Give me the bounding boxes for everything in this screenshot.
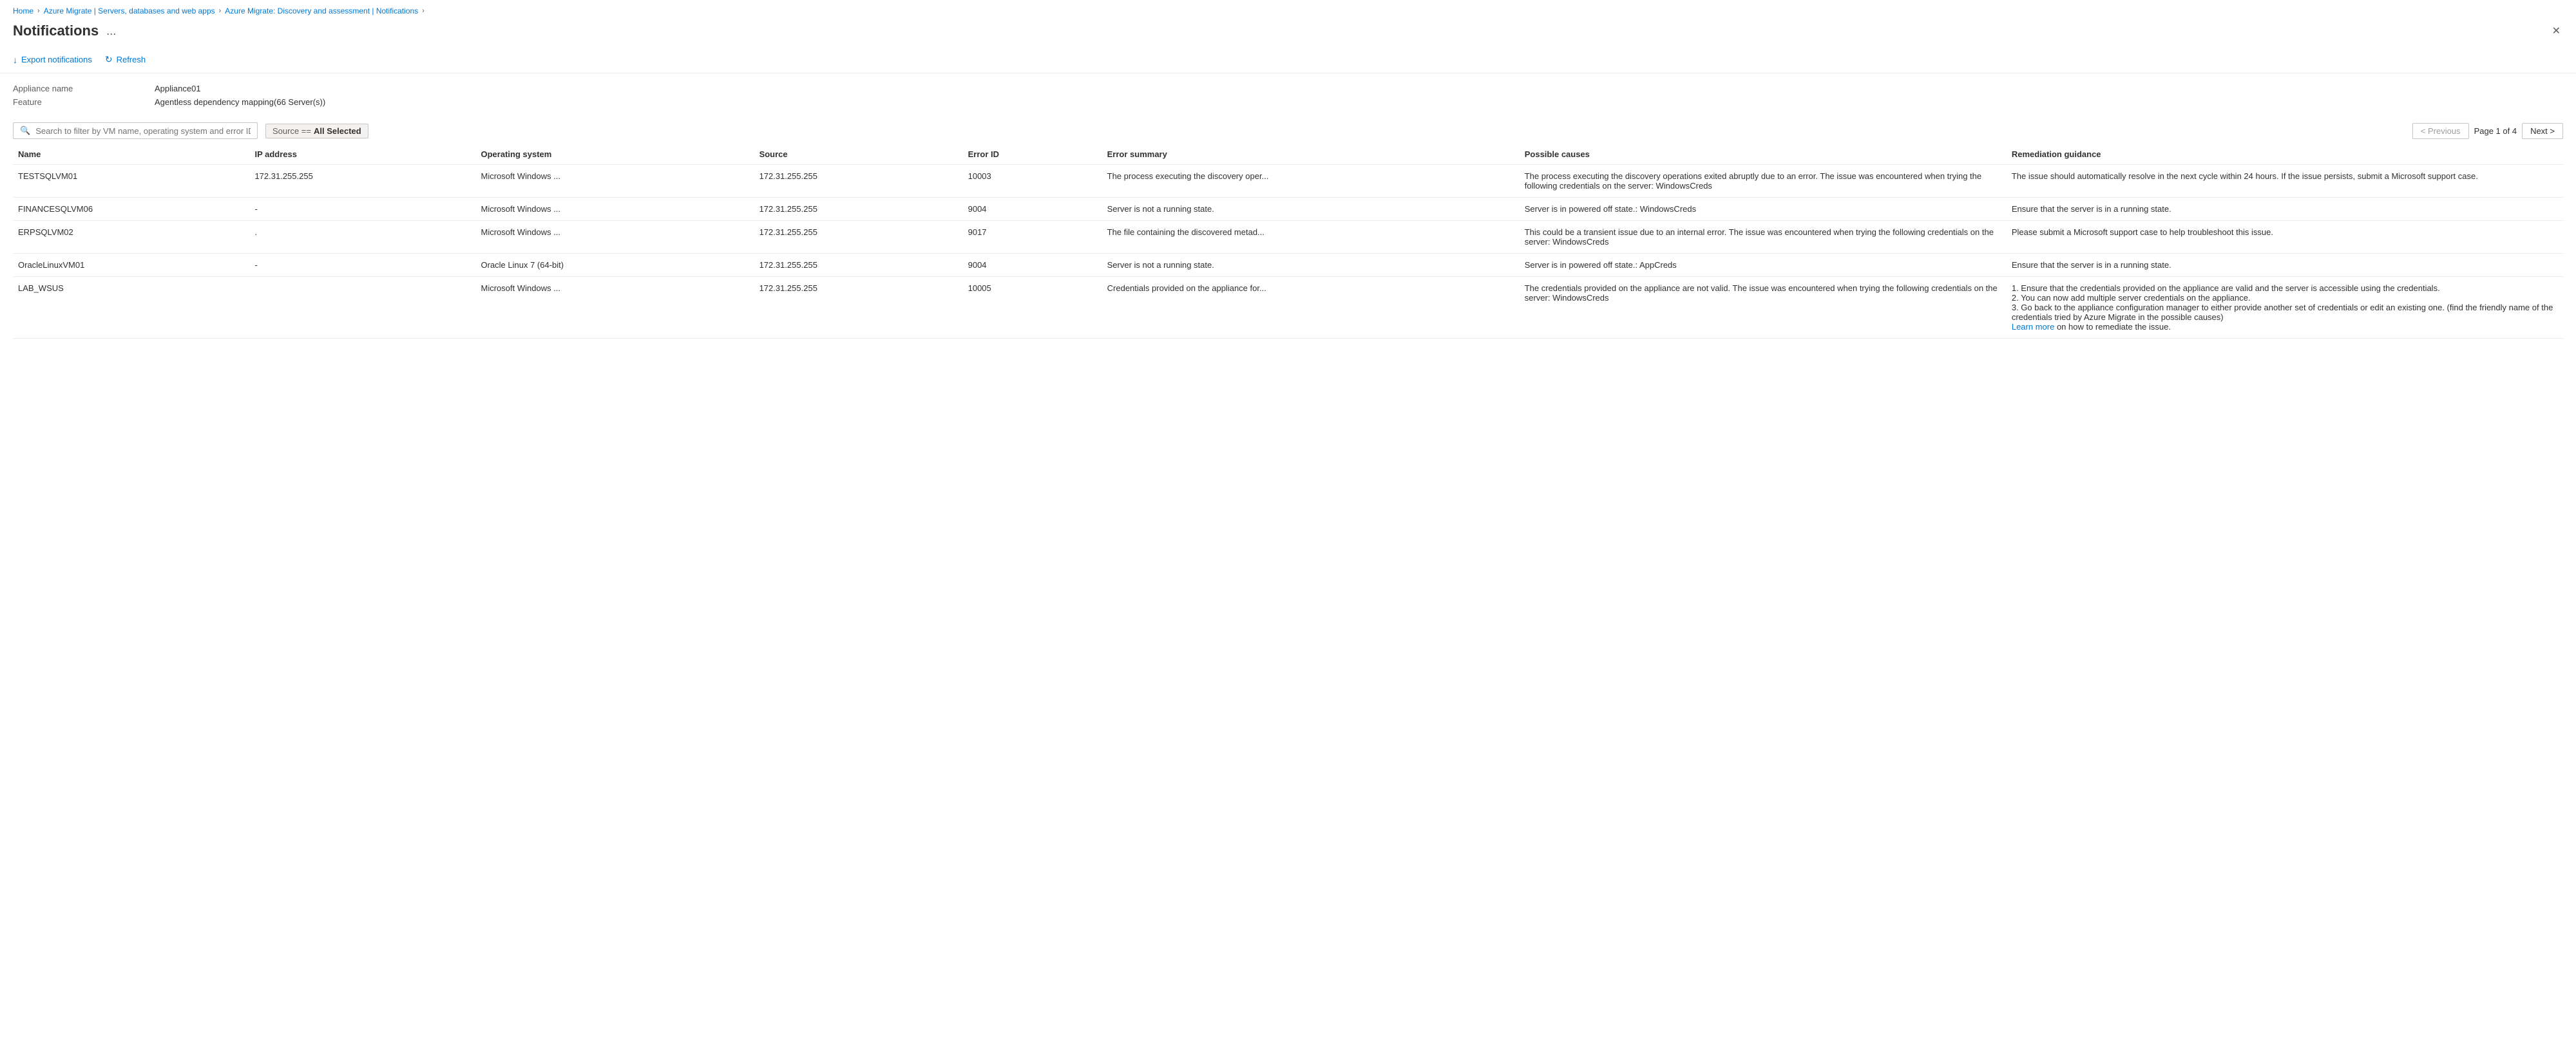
appliance-label: Appliance name <box>13 84 155 93</box>
cell-causes: This could be a transient issue due to a… <box>1520 221 2007 254</box>
cell-causes: The credentials provided on the applianc… <box>1520 277 2007 339</box>
cell-summary: Credentials provided on the appliance fo… <box>1102 277 1520 339</box>
appliance-row: Appliance name Appliance01 <box>13 84 2563 93</box>
breadcrumb-servers[interactable]: Azure Migrate | Servers, databases and w… <box>44 6 215 15</box>
cell-summary: The process executing the discovery oper… <box>1102 165 1520 198</box>
breadcrumb-home[interactable]: Home <box>13 6 33 15</box>
refresh-button[interactable]: ↻ Refresh <box>105 52 146 68</box>
refresh-icon: ↻ <box>105 54 113 65</box>
cell-summary: The file containing the discovered metad… <box>1102 221 1520 254</box>
col-header-source: Source <box>754 144 963 165</box>
cell-remediation: Ensure that the server is in a running s… <box>2007 198 2563 221</box>
col-header-name: Name <box>13 144 249 165</box>
cell-ip: - <box>249 254 475 277</box>
toolbar: ↓ Export notifications ↻ Refresh <box>0 46 2576 73</box>
filter-tag-value: All Selected <box>314 126 361 136</box>
col-header-causes: Possible causes <box>1520 144 2007 165</box>
table-row: ERPSQLVM02.Microsoft Windows ...172.31.2… <box>13 221 2563 254</box>
refresh-label: Refresh <box>117 55 146 64</box>
table-row: FINANCESQLVM06-Microsoft Windows ...172.… <box>13 198 2563 221</box>
breadcrumb-sep-1: › <box>37 7 40 15</box>
col-header-os: Operating system <box>476 144 754 165</box>
cell-causes: The process executing the discovery oper… <box>1520 165 2007 198</box>
search-box[interactable]: 🔍 <box>13 122 258 139</box>
cell-os: Oracle Linux 7 (64-bit) <box>476 254 754 277</box>
breadcrumb-sep-3: › <box>422 7 425 15</box>
filter-tag-key: Source == <box>272 126 311 136</box>
page-menu-button[interactable]: ... <box>106 24 116 38</box>
feature-row: Feature Agentless dependency mapping(66 … <box>13 97 2563 107</box>
page-info: Page 1 of 4 <box>2474 126 2517 136</box>
cell-summary: Server is not a running state. <box>1102 198 1520 221</box>
cell-name: TESTSQLVM01 <box>13 165 249 198</box>
learn-more-link[interactable]: Learn more <box>2012 322 2054 332</box>
cell-name: LAB_WSUS <box>13 277 249 339</box>
page-title: Notifications <box>13 23 99 39</box>
cell-errorid: 9017 <box>963 221 1102 254</box>
cell-errorid: 9004 <box>963 198 1102 221</box>
appliance-value: Appliance01 <box>155 84 201 93</box>
cell-causes: Server is in powered off state.: AppCred… <box>1520 254 2007 277</box>
cell-source: 172.31.255.255 <box>754 254 963 277</box>
table-row: TESTSQLVM01172.31.255.255Microsoft Windo… <box>13 165 2563 198</box>
close-button[interactable]: ✕ <box>2550 22 2563 40</box>
table-body: TESTSQLVM01172.31.255.255Microsoft Windo… <box>13 165 2563 339</box>
col-header-remediation: Remediation guidance <box>2007 144 2563 165</box>
meta-section: Appliance name Appliance01 Feature Agent… <box>0 73 2576 117</box>
cell-causes: Server is in powered off state.: Windows… <box>1520 198 2007 221</box>
export-icon: ↓ <box>13 55 17 65</box>
cell-source: 172.31.255.255 <box>754 221 963 254</box>
cell-os: Microsoft Windows ... <box>476 277 754 339</box>
next-button[interactable]: Next > <box>2522 123 2563 139</box>
cell-remediation: Ensure that the server is in a running s… <box>2007 254 2563 277</box>
table-row: OracleLinuxVM01-Oracle Linux 7 (64-bit)1… <box>13 254 2563 277</box>
previous-button[interactable]: < Previous <box>2412 123 2469 139</box>
cell-source: 172.31.255.255 <box>754 198 963 221</box>
cell-errorid: 10003 <box>963 165 1102 198</box>
notifications-table: Name IP address Operating system Source … <box>13 144 2563 339</box>
table-row: LAB_WSUS Microsoft Windows ...172.31.255.… <box>13 277 2563 339</box>
cell-errorid: 10005 <box>963 277 1102 339</box>
cell-os: Microsoft Windows ... <box>476 221 754 254</box>
table-header: Name IP address Operating system Source … <box>13 144 2563 165</box>
cell-name: ERPSQLVM02 <box>13 221 249 254</box>
cell-name: OracleLinuxVM01 <box>13 254 249 277</box>
breadcrumb: Home › Azure Migrate | Servers, database… <box>0 0 2576 19</box>
cell-ip: . <box>249 221 475 254</box>
cell-remediation: The issue should automatically resolve i… <box>2007 165 2563 198</box>
filter-row: 🔍 Source == All Selected < Previous Page… <box>0 117 2576 144</box>
cell-source: 172.31.255.255 <box>754 277 963 339</box>
cell-ip: - <box>249 198 475 221</box>
col-header-ip: IP address <box>249 144 475 165</box>
breadcrumb-sep-2: › <box>219 7 222 15</box>
cell-os: Microsoft Windows ... <box>476 165 754 198</box>
cell-ip: 172.31.255.255 <box>249 165 475 198</box>
cell-summary: Server is not a running state. <box>1102 254 1520 277</box>
search-icon: 🔍 <box>20 126 30 136</box>
cell-remediation: 1. Ensure that the credentials provided … <box>2007 277 2563 339</box>
cell-remediation: Please submit a Microsoft support case t… <box>2007 221 2563 254</box>
export-label: Export notifications <box>21 55 92 64</box>
cell-name: FINANCESQLVM06 <box>13 198 249 221</box>
export-button[interactable]: ↓ Export notifications <box>13 52 92 68</box>
pagination: < Previous Page 1 of 4 Next > <box>2412 123 2563 139</box>
breadcrumb-notifications[interactable]: Azure Migrate: Discovery and assessment … <box>225 6 418 15</box>
search-input[interactable] <box>35 126 251 136</box>
col-header-errorid: Error ID <box>963 144 1102 165</box>
col-header-summary: Error summary <box>1102 144 1520 165</box>
table-container: Name IP address Operating system Source … <box>0 144 2576 339</box>
feature-label: Feature <box>13 97 155 107</box>
feature-value: Agentless dependency mapping(66 Server(s… <box>155 97 325 107</box>
filter-tag[interactable]: Source == All Selected <box>265 124 368 138</box>
page-header: Notifications ... ✕ <box>0 19 2576 46</box>
cell-os: Microsoft Windows ... <box>476 198 754 221</box>
cell-source: 172.31.255.255 <box>754 165 963 198</box>
cell-ip <box>249 277 475 339</box>
cell-errorid: 9004 <box>963 254 1102 277</box>
